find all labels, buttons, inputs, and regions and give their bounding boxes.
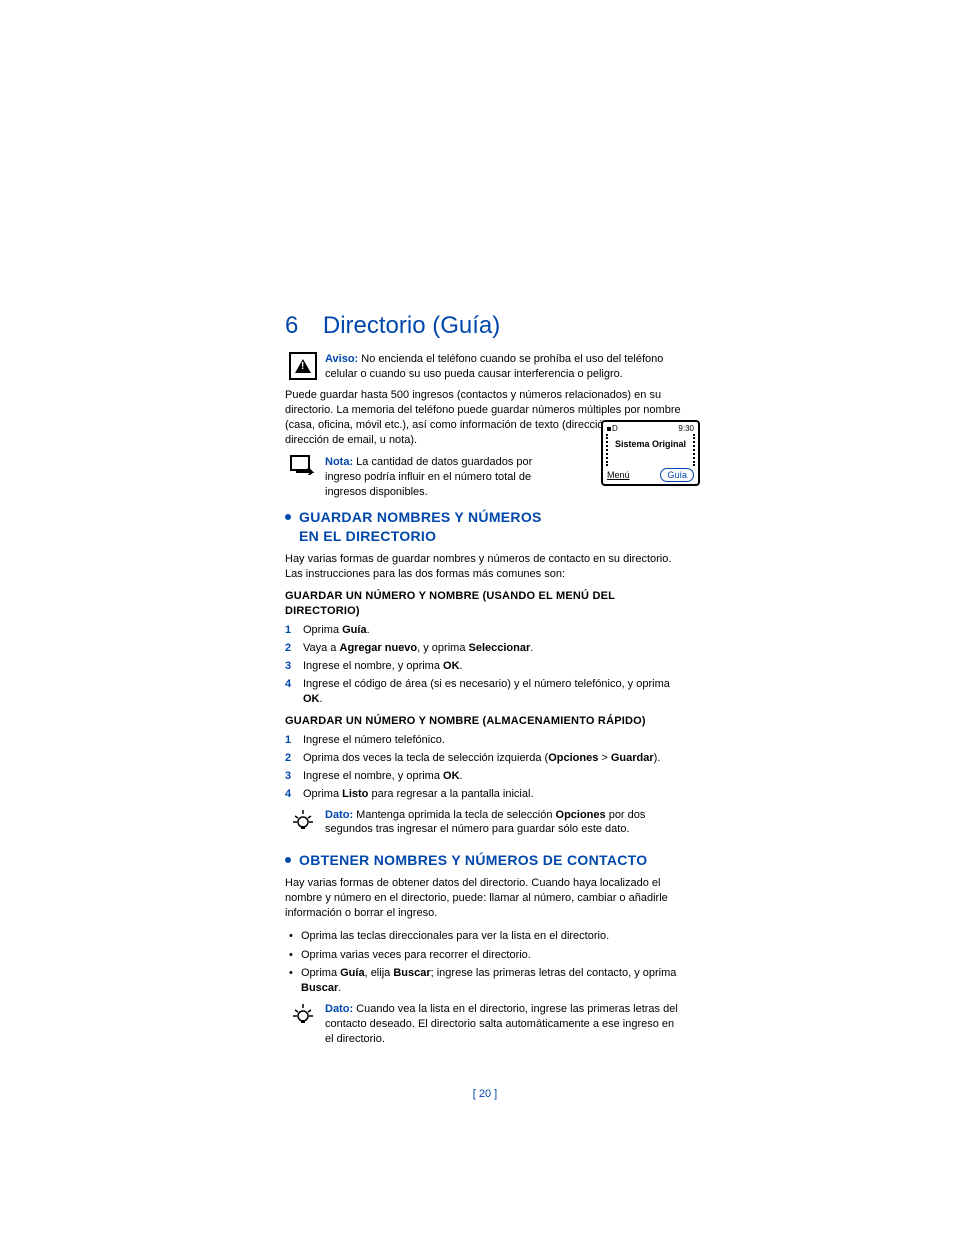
section-1-intro: Hay varias formas de guardar nombres y n…: [285, 552, 685, 582]
note-icon: [285, 455, 321, 500]
chapter-heading: 6 Directorio (Guía): [285, 310, 685, 342]
step-item: 4Oprima Listo para regresar a la pantall…: [285, 787, 685, 802]
chapter-title: Directorio (Guía): [323, 310, 500, 342]
nota-label: Nota:: [325, 456, 353, 468]
nota-block: Nota: La cantidad de datos guardados por…: [285, 455, 565, 500]
tip-icon: [285, 1002, 321, 1047]
list-item: Oprima Guía, elija Buscar; ingrese las p…: [285, 966, 685, 996]
dato-text: Dato: Cuando vea la lista en el director…: [325, 1002, 685, 1047]
list-item: Oprima varias veces para recorrer el dir…: [285, 948, 685, 963]
screen-softkey-right: Guía: [660, 468, 694, 482]
bullet-icon: [285, 514, 291, 520]
aviso-label: Aviso:: [325, 353, 358, 365]
screen-softkey-left: Menú: [607, 469, 630, 481]
nota-text: Nota: La cantidad de datos guardados por…: [325, 455, 565, 500]
warning-icon: [285, 352, 321, 382]
dato-block-1: Dato: Mantenga oprimida la tecla de sele…: [285, 808, 685, 838]
bullet-icon: [285, 857, 291, 863]
aviso-text: Aviso: No encienda el teléfono cuando se…: [325, 352, 685, 382]
step-item: 3Ingrese el nombre, y oprima OK.: [285, 659, 685, 674]
section-1-heading: GUARDAR NOMBRES Y NÚMEROS EN EL DIRECTOR…: [285, 508, 685, 546]
steps-list-1: 1Oprima Guía. 2Vaya a Agregar nuevo, y o…: [285, 623, 685, 706]
step-item: 3Ingrese el nombre, y oprima OK.: [285, 769, 685, 784]
step-item: 1Oprima Guía.: [285, 623, 685, 638]
dato-text: Dato: Mantenga oprimida la tecla de sele…: [325, 808, 685, 838]
subsection-2-title: GUARDAR UN NÚMERO Y NOMBRE (ALMACENAMIEN…: [285, 714, 685, 729]
page-number: [ 20 ]: [285, 1087, 685, 1102]
dato-block-2: Dato: Cuando vea la lista en el director…: [285, 1002, 685, 1047]
list-item: Oprima las teclas direccionales para ver…: [285, 929, 685, 944]
step-item: 2Vaya a Agregar nuevo, y oprima Seleccio…: [285, 641, 685, 656]
tip-icon: [285, 808, 321, 838]
phone-screen-illustration: D 9:30 Sistema Original Menú Guía: [601, 420, 700, 486]
section-2-heading: OBTENER NOMBRES Y NÚMEROS DE CONTACTO: [285, 851, 685, 870]
aviso-block: Aviso: No encienda el teléfono cuando se…: [285, 352, 685, 382]
subsection-1-title: GUARDAR UN NÚMERO Y NOMBRE (USANDO EL ME…: [285, 589, 685, 619]
screen-carrier: Sistema Original: [603, 438, 698, 450]
chapter-number: 6: [285, 310, 299, 342]
step-item: 1Ingrese el número telefónico.: [285, 733, 685, 748]
section-2-intro: Hay varias formas de obtener datos del d…: [285, 876, 685, 921]
steps-list-2: 1Ingrese el número telefónico. 2Oprima d…: [285, 733, 685, 801]
step-item: 4Ingrese el código de área (si es necesa…: [285, 677, 685, 707]
step-item: 2Oprima dos veces la tecla de selección …: [285, 751, 685, 766]
page-content: 6 Directorio (Guía) Aviso: No encienda e…: [285, 310, 685, 1101]
bullet-list: Oprima las teclas direccionales para ver…: [285, 929, 685, 996]
